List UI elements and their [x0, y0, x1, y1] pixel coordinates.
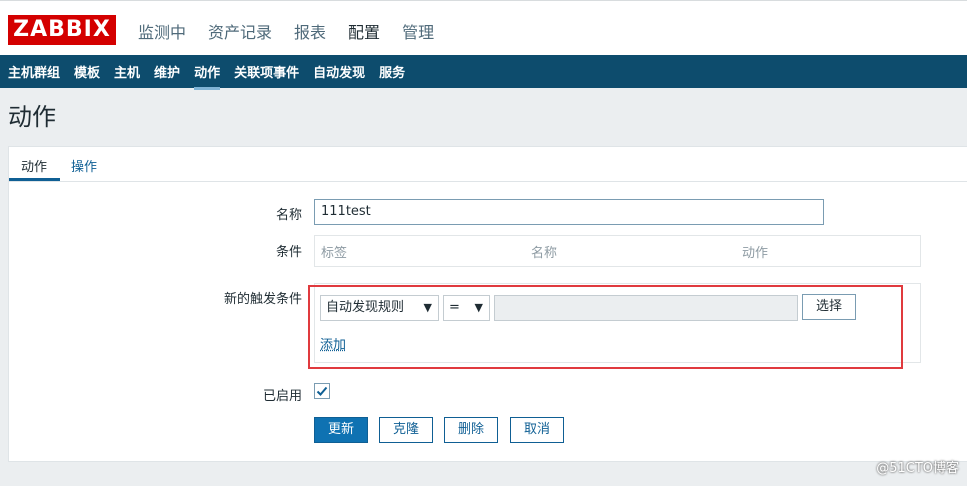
name-label: 名称 [275, 208, 302, 223]
condition-operator-select[interactable]: = ▼ [443, 295, 490, 321]
dropdown-arrow-icon: ▼ [474, 301, 483, 314]
enabled-label: 已启用 [262, 389, 302, 404]
menu-reports[interactable]: 报表 [294, 19, 326, 43]
conditions-header-name: 名称 [531, 246, 558, 261]
update-button[interactable]: 更新 [314, 417, 368, 443]
menu-inventory[interactable]: 资产记录 [208, 19, 272, 43]
submenu-actions[interactable]: 动作 [194, 62, 221, 90]
menu-monitoring[interactable]: 监测中 [138, 19, 186, 43]
condition-operator-value: = [449, 300, 460, 315]
delete-button[interactable]: 删除 [444, 417, 498, 443]
tab-action[interactable]: 动作 [21, 156, 47, 175]
submenu-host-groups[interactable]: 主机群组 [8, 62, 60, 81]
submenu-services[interactable]: 服务 [379, 62, 405, 81]
conditions-table: 标签 名称 动作 [314, 235, 921, 267]
submenu-templates[interactable]: 模板 [74, 62, 100, 81]
sub-menu: 主机群组 模板 主机 维护 动作 关联项事件 自动发现 服务 [0, 55, 967, 90]
condition-value-field [494, 295, 798, 321]
main-menu: 监测中 资产记录 报表 配置 管理 [138, 19, 456, 63]
top-header: ZABBIX 监测中 资产记录 报表 配置 管理 [0, 0, 967, 63]
action-form-panel: 动作 操作 名称 111test 条件 标签 名称 动作 新的触发条件 自动发现… [8, 146, 967, 462]
watermark: @51CTO博客 [876, 461, 959, 476]
menu-configuration[interactable]: 配置 [348, 19, 380, 63]
cancel-button[interactable]: 取消 [510, 417, 564, 443]
condition-type-select[interactable]: 自动发现规则 ▼ [320, 295, 439, 321]
menu-administration[interactable]: 管理 [402, 19, 434, 43]
zabbix-logo[interactable]: ZABBIX [8, 15, 116, 45]
conditions-header-action: 动作 [742, 246, 769, 261]
page-title: 动作 [8, 103, 56, 131]
tab-bar: 动作 操作 [9, 147, 967, 182]
dropdown-arrow-icon: ▼ [423, 301, 432, 314]
conditions-label: 条件 [275, 245, 302, 260]
active-tab-indicator [9, 178, 60, 181]
submenu-maintenance[interactable]: 维护 [154, 62, 180, 81]
submenu-discovery[interactable]: 自动发现 [313, 62, 365, 81]
enabled-checkbox[interactable] [314, 383, 330, 399]
tab-operations[interactable]: 操作 [71, 156, 97, 175]
add-condition-link[interactable]: 添加 [320, 334, 346, 353]
name-input[interactable]: 111test [314, 199, 824, 225]
select-button[interactable]: 选择 [802, 294, 856, 320]
submenu-event-correlation[interactable]: 关联项事件 [234, 62, 299, 81]
new-condition-label: 新的触发条件 [223, 292, 302, 307]
conditions-header-label: 标签 [321, 246, 348, 261]
condition-type-value: 自动发现规则 [326, 300, 405, 315]
checkmark-icon [316, 386, 328, 396]
submenu-hosts[interactable]: 主机 [114, 62, 140, 81]
clone-button[interactable]: 克隆 [379, 417, 433, 443]
